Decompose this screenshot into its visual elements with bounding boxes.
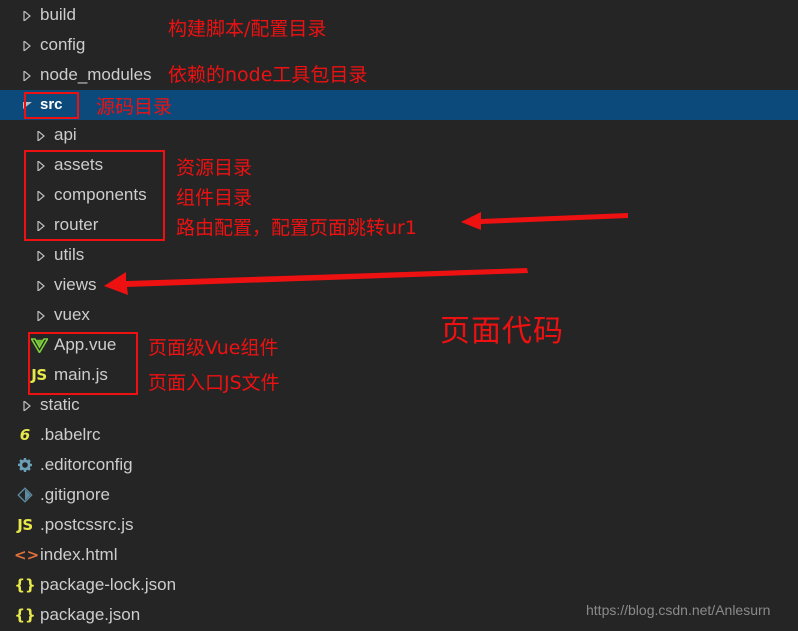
vscode-explorer-screenshot: build config node_modules src api assets compo…: [0, 0, 798, 631]
annotation-arrow-views: [104, 268, 528, 295]
watermark: https://blog.csdn.net/Anlesurn: [586, 602, 771, 618]
